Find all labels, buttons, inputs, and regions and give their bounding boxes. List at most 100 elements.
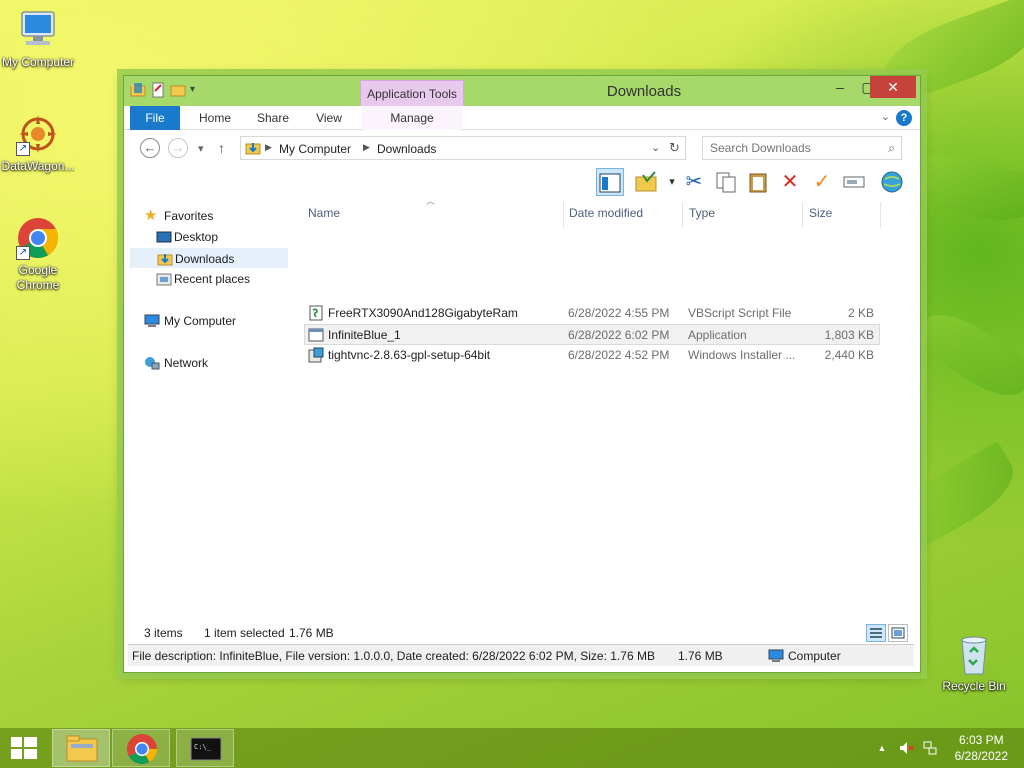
script-icon	[308, 305, 324, 321]
nav-network[interactable]: Network	[130, 353, 288, 373]
recycle-bin-icon	[952, 632, 996, 676]
desktop-icon-my-computer[interactable]: My Computer	[0, 8, 76, 70]
search-input[interactable]	[710, 138, 880, 158]
window-title: Downloads	[606, 83, 682, 100]
windows-logo-icon	[11, 737, 37, 759]
tab-manage[interactable]: Manage	[362, 106, 462, 130]
nav-downloads[interactable]: Downloads	[130, 248, 288, 268]
title-bar[interactable]: ▾ Application Tools Downloads – ▢ ✕	[124, 76, 920, 107]
desktop-icon-label: Google Chrome	[16, 263, 60, 292]
network-icon	[144, 355, 160, 371]
nav-label: Favorites	[164, 209, 214, 223]
nav-my-computer[interactable]: My Computer	[130, 311, 288, 331]
chrome-icon: ↗	[16, 216, 60, 260]
status-item-count: 3 items	[144, 626, 183, 640]
globe-icon[interactable]	[878, 168, 906, 196]
nav-label: Network	[164, 356, 209, 370]
volume-muted-icon[interactable]	[898, 740, 914, 756]
up-button[interactable]: ↑	[218, 140, 225, 156]
breadcrumb-my-computer[interactable]: My Computer	[279, 142, 351, 156]
large-icons-view-button[interactable]	[888, 624, 908, 642]
cut-icon[interactable]: ✂	[680, 168, 708, 196]
forward-button[interactable]: →	[168, 138, 188, 158]
downloads-folder-icon	[245, 140, 261, 159]
address-dropdown-icon[interactable]: ⌄	[651, 141, 660, 154]
nav-desktop[interactable]: Desktop	[130, 227, 288, 247]
file-name: FreeRTX3090And128GigabyteRam	[328, 306, 518, 320]
computer-icon	[16, 8, 60, 52]
column-header-date[interactable]: Date modified	[563, 202, 683, 228]
minimize-button[interactable]: –	[826, 76, 854, 98]
tab-view[interactable]: View	[304, 106, 354, 130]
delete-icon[interactable]: ✕	[776, 168, 804, 196]
file-size: 2 KB	[847, 306, 874, 320]
paste-icon[interactable]	[744, 168, 772, 196]
file-row[interactable]: InfiniteBlue_1 6/28/2022 6:02 PM Applica…	[304, 324, 880, 345]
clock-time: 6:03 PM	[958, 733, 1004, 747]
taskbar-file-explorer[interactable]	[52, 729, 110, 767]
desktop-icon-recycle-bin[interactable]: Recycle Bin	[936, 632, 1012, 694]
rename-icon[interactable]	[840, 168, 868, 196]
file-row[interactable]: FreeRTX3090And128GigabyteRam 6/28/2022 4…	[304, 303, 880, 324]
context-tab-application-tools: Application Tools	[360, 80, 464, 107]
desktop-icon-label: Recycle Bin	[942, 679, 1006, 693]
breadcrumb-downloads[interactable]: Downloads	[377, 142, 436, 156]
chrome-icon	[127, 734, 157, 765]
installer-icon	[308, 347, 324, 363]
search-icon[interactable]: ⌕	[888, 141, 895, 156]
file-name: tightvnc-2.8.63-gpl-setup-64bit	[328, 348, 491, 362]
tab-file[interactable]: File	[130, 106, 180, 130]
tab-share[interactable]: Share	[248, 106, 298, 130]
nav-favorites[interactable]: ★ Favorites	[130, 206, 288, 226]
file-row[interactable]: tightvnc-2.8.63-gpl-setup-64bit 6/28/202…	[304, 345, 880, 366]
properties-icon[interactable]	[150, 82, 166, 98]
preview-pane-icon[interactable]	[596, 168, 624, 196]
details-bar: File description: InfiniteBlue, File ver…	[128, 644, 914, 666]
new-folder-icon[interactable]	[170, 82, 186, 98]
column-header-type[interactable]: Type	[683, 202, 803, 228]
customize-dropdown-icon[interactable]: ▾	[190, 82, 200, 98]
folder-icon[interactable]	[130, 82, 146, 98]
system-clock[interactable]: 6:03 PM 6/28/2022	[955, 732, 1008, 764]
column-header-name[interactable]: Name	[302, 202, 564, 228]
explorer-window[interactable]: ▾ Application Tools Downloads – ▢ ✕ File…	[123, 75, 921, 673]
desktop-icon-google-chrome[interactable]: ↗ Google Chrome	[0, 216, 76, 293]
file-size: 2,440 KB	[824, 348, 874, 362]
show-hidden-icons-icon[interactable]: ▲	[874, 740, 890, 756]
details-view-button[interactable]	[866, 624, 886, 642]
computer-icon	[768, 648, 784, 667]
file-type: VBScript Script File	[688, 306, 792, 320]
file-list: ︿ Name Date modified Type Size FreeRTX30…	[300, 196, 914, 618]
shortcut-arrow-icon: ↗	[16, 142, 30, 156]
start-button[interactable]	[0, 728, 48, 768]
properties-folder-icon[interactable]	[632, 168, 660, 196]
file-date: 6/28/2022 4:52 PM	[568, 348, 670, 362]
file-size: 1,803 KB	[824, 328, 874, 342]
details-location: Computer	[788, 649, 841, 663]
desktop-icon-datawagon[interactable]: ↗ DataWagon...	[0, 112, 76, 174]
column-header-size[interactable]: Size	[803, 202, 881, 228]
back-button[interactable]: ←	[140, 138, 160, 158]
application-icon	[308, 327, 324, 343]
taskbar-command-prompt[interactable]: C:\_	[176, 729, 234, 767]
status-bar: 3 items 1 item selected 1.76 MB	[124, 622, 920, 644]
taskbar: C:\_ ▲ 6:03 PM 6/28/2022	[0, 728, 1024, 768]
expand-ribbon-icon[interactable]: ⌄	[881, 110, 890, 123]
details-size: 1.76 MB	[678, 649, 723, 663]
taskbar-chrome[interactable]	[112, 729, 170, 767]
nav-label: Recent places	[174, 272, 251, 286]
copy-icon[interactable]	[712, 168, 740, 196]
close-button[interactable]: ✕	[870, 76, 916, 98]
status-selected-size: 1.76 MB	[289, 626, 334, 640]
network-status-icon[interactable]	[922, 740, 938, 756]
search-box[interactable]: ⌕	[702, 136, 902, 160]
nav-recent-places[interactable]: Recent places	[130, 269, 288, 289]
desktop-icon-label: DataWagon...	[1, 159, 75, 173]
recent-locations-icon[interactable]: ▾	[198, 142, 204, 155]
help-icon[interactable]: ?	[896, 110, 912, 126]
command-toolbar: ▾ ✂ ✕ ✓	[124, 166, 920, 198]
tab-home[interactable]: Home	[190, 106, 240, 130]
checkmark-icon[interactable]: ✓	[808, 168, 836, 196]
address-box[interactable]: ▶ My Computer ▶ Downloads ⌄ ↻	[240, 136, 686, 160]
refresh-icon[interactable]: ↻	[669, 140, 680, 156]
